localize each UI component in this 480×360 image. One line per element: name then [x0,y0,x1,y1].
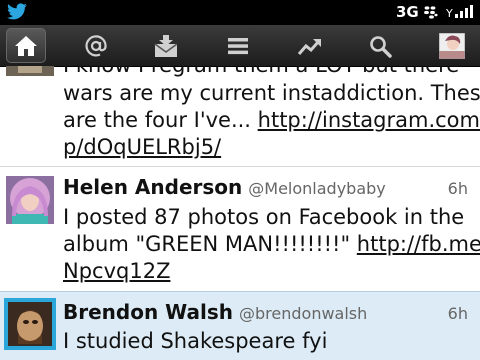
author-handle: @Melonladybaby [248,179,386,198]
author-name: Brendon Walsh [63,300,234,324]
tweet-text-line: p/dOqUELRbj5/ [63,134,221,161]
home-icon [15,35,37,56]
search-icon [370,35,392,58]
trends-icon [297,38,321,55]
lists-tab[interactable] [218,28,258,63]
status-bar: 3G Y [0,0,480,25]
tweet-timestamp: 6h [447,179,468,198]
author-name: Helen Anderson [63,175,243,199]
network-indicator: 3G [396,3,419,21]
brendon-walsh-avatar[interactable] [4,298,56,350]
tweet-text-line: wars are my current instaddiction. These [63,81,480,105]
tweet-author[interactable]: Helen Anderson @Melonladybaby [63,175,386,199]
tweet-text: album "GREEN MAN!!!!!!!!" [63,232,357,256]
lists-icon [228,37,248,54]
direct-messages-icon [154,34,178,57]
tweet-link[interactable]: p/dOqUELRbj5/ [63,135,221,159]
home-tab[interactable] [6,28,46,63]
tweet-text-line: album "GREEN MAN!!!!!!!!" http://fb.me/ [63,231,480,258]
tweet-timestamp: 6h [447,304,468,323]
tweet-link[interactable]: Npcvq12Z [63,259,170,283]
tweet-text-line: Npcvq12Z [63,258,170,285]
svg-text:Y: Y [446,7,453,20]
blackberry-icon [424,6,438,19]
trends-tab[interactable] [290,28,330,63]
tweet-text-line: I know I regram them a LOT but there [63,66,459,79]
tweet-link[interactable]: http://fb.me/ [357,232,480,256]
tweet-item[interactable]: I know I regram them a LOT but there war… [0,66,480,167]
mentions-icon [85,34,107,56]
tweet-item[interactable]: Helen Anderson @Melonladybaby 6h I posted… [0,166,480,292]
messages-tab[interactable] [146,28,186,63]
profile-tab[interactable] [432,28,472,63]
tweet-avatar-partial [6,66,54,76]
tweet-timeline[interactable]: I know I regram them a LOT but there war… [0,66,480,360]
mentions-tab[interactable] [76,28,116,63]
tweet-text-line: I studied Shakespeare fyi [63,329,328,353]
helen-anderson-avatar[interactable] [6,176,54,224]
signal-strength-icon: Y [446,5,473,20]
search-tab[interactable] [360,28,400,63]
profile-avatar-icon [439,32,465,59]
author-handle: @brendonwalsh [239,304,368,323]
twitter-bird-icon [7,3,27,20]
tweet-author[interactable]: Brendon Walsh @brendonwalsh [63,300,367,324]
navigation-toolbar [0,25,480,67]
tweet-link[interactable]: http://instagram.com/ [258,108,480,132]
tweet-text-line: are the four I've... http://instagram.co… [63,107,480,134]
tweet-text-line: I posted 87 photos on Facebook in the [63,205,465,229]
tweet-text: are the four I've... [63,108,258,132]
tweet-item-selected[interactable]: Brendon Walsh @brendonwalsh 6h I studied … [0,291,480,360]
